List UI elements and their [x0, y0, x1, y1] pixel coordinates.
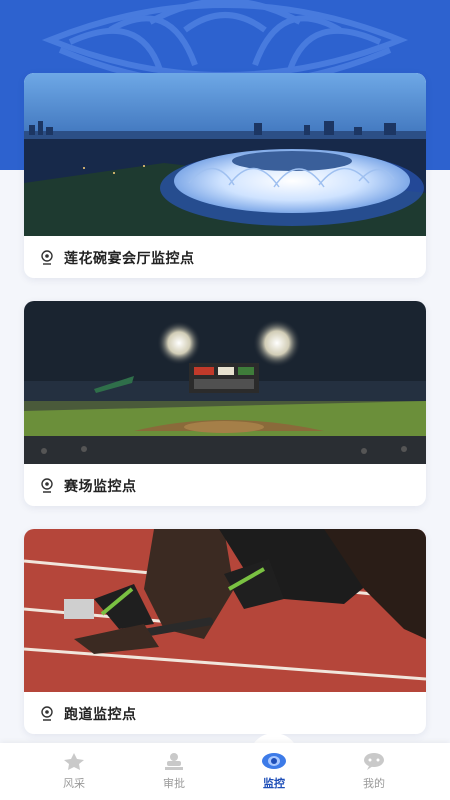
card-title: 跑道监控点 [64, 707, 137, 723]
eye-icon [262, 753, 286, 769]
monitor-card[interactable]: 莲花碗宴会厅监控点 [24, 73, 426, 278]
baseball-stadium-image [24, 301, 426, 464]
runner-track-image [24, 529, 426, 692]
tab-jiankong[interactable]: 监控 [224, 743, 324, 800]
tab-fengcai[interactable]: 风采 [24, 743, 124, 800]
camera-icon [41, 250, 53, 265]
tab-label: 我的 [363, 777, 385, 790]
star-icon [64, 753, 84, 770]
chat-icon [364, 753, 384, 770]
camera-icon [41, 706, 53, 721]
monitor-card[interactable]: 跑道监控点 [24, 529, 426, 734]
card-title: 赛场监控点 [64, 479, 137, 495]
tab-label: 监控 [263, 777, 285, 790]
card-title: 莲花碗宴会厅监控点 [64, 251, 195, 267]
monitor-card[interactable]: 赛场监控点 [24, 301, 426, 506]
tab-shenpi[interactable]: 审批 [124, 743, 224, 800]
tab-label: 审批 [163, 777, 185, 790]
camera-icon [41, 478, 53, 493]
bottom-tab-bar: 风采 审批 监控 我的 [0, 743, 450, 800]
tab-wode[interactable]: 我的 [324, 743, 424, 800]
stamp-icon [165, 753, 183, 770]
lotus-stadium-image [24, 73, 426, 236]
tab-label: 风采 [63, 777, 85, 790]
